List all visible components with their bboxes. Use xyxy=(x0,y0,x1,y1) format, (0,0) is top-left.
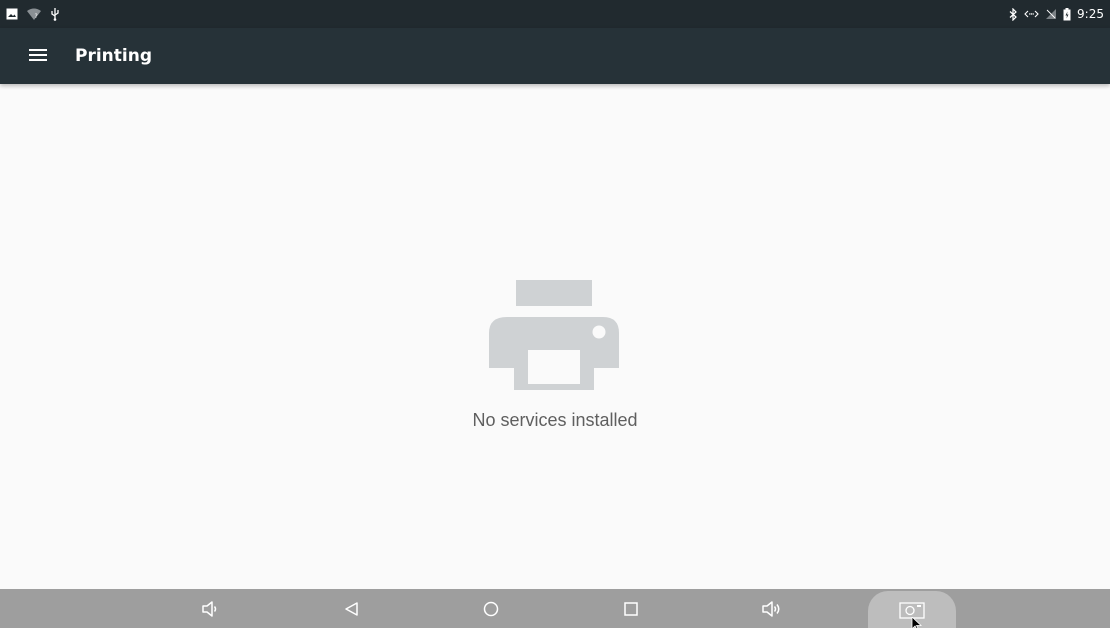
home-icon xyxy=(483,601,499,616)
bluetooth-icon xyxy=(1009,7,1018,21)
usb-icon xyxy=(50,7,60,21)
no-signal-icon xyxy=(1045,7,1057,21)
back-button[interactable] xyxy=(322,589,382,628)
status-time: 9:25 xyxy=(1077,7,1104,21)
menu-icon xyxy=(29,47,47,66)
status-bar: ? 9:25 xyxy=(0,0,1110,28)
mouse-cursor-icon xyxy=(911,617,923,628)
wifi-question-icon: ? xyxy=(26,7,42,21)
empty-state-message: No services installed xyxy=(472,410,638,430)
screen: ? 9:25 Printing No services installed xyxy=(0,0,1110,628)
back-icon xyxy=(345,601,358,616)
navigation-bar xyxy=(0,589,1110,628)
status-right-icons: 9:25 xyxy=(1009,0,1104,28)
main-content: No services installed xyxy=(0,84,1110,589)
image-notification-icon xyxy=(6,7,18,21)
printer-icon xyxy=(489,280,619,390)
volume-down-button[interactable] xyxy=(180,589,240,628)
empty-state: No services installed xyxy=(0,280,1110,431)
recents-icon xyxy=(624,601,638,616)
volume-up-button[interactable] xyxy=(742,589,802,628)
app-bar: Printing xyxy=(0,28,1110,84)
screenshot-icon xyxy=(899,601,925,619)
home-button[interactable] xyxy=(461,589,521,628)
page-title: Printing xyxy=(75,46,152,66)
volume-down-icon xyxy=(202,600,217,617)
data-transfer-icon xyxy=(1024,7,1039,21)
volume-up-icon xyxy=(762,600,780,617)
menu-button[interactable] xyxy=(10,28,66,84)
battery-icon xyxy=(1063,7,1071,21)
svg-text:?: ? xyxy=(35,13,38,20)
recents-button[interactable] xyxy=(601,589,661,628)
status-left-icons: ? xyxy=(6,0,60,28)
